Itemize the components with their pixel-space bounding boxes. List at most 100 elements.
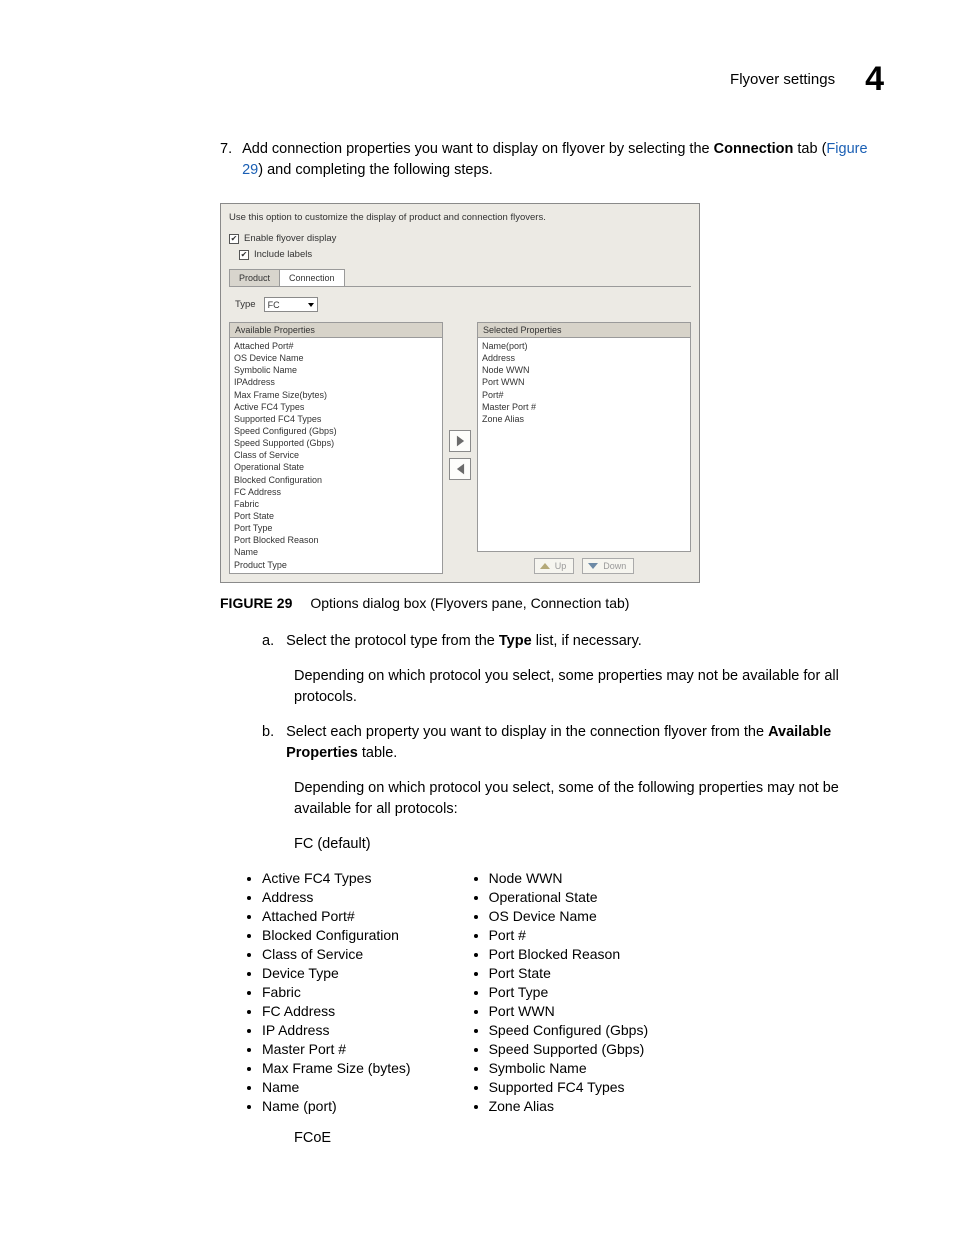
include-labels-checkbox-row[interactable]: ✔ Include labels: [239, 249, 691, 260]
list-item[interactable]: Speed Supported (Gbps): [234, 437, 438, 449]
list-item: IP Address: [262, 1021, 411, 1040]
step-7b-post: table.: [358, 745, 398, 761]
list-item[interactable]: Speed Configured (Gbps): [234, 425, 438, 437]
available-properties-list[interactable]: Attached Port#OS Device NameSymbolic Nam…: [229, 337, 443, 574]
step-7-bold-connection: Connection: [714, 141, 794, 157]
step-7b-letter: b.: [262, 722, 274, 764]
dialog-tabs: Product Connection: [229, 268, 691, 286]
step-7-text: Add connection properties you want to di…: [242, 139, 884, 181]
up-button[interactable]: Up: [534, 558, 575, 574]
list-item[interactable]: Port Blocked Reason: [234, 534, 438, 546]
enable-flyover-checkbox-row[interactable]: ✔ Enable flyover display: [229, 233, 691, 244]
figure-caption-text: Options dialog box (Flyovers pane, Conne…: [310, 595, 629, 611]
selected-properties-list[interactable]: Name(port)AddressNode WWNPort WWNPort#Ma…: [477, 337, 691, 552]
properties-bullet-right: Node WWNOperational StateOS Device NameP…: [467, 869, 649, 1116]
list-item: Speed Supported (Gbps): [489, 1040, 649, 1059]
list-item: Symbolic Name: [489, 1059, 649, 1078]
step-7a-post: list, if necessary.: [532, 633, 642, 649]
header-title: Flyover settings: [730, 71, 835, 88]
down-button-label: Down: [603, 561, 626, 571]
list-item[interactable]: Zone Alias: [482, 413, 686, 425]
available-properties-header: Available Properties: [229, 322, 443, 337]
step-7a-letter: a.: [262, 631, 274, 652]
step-7: 7. Add connection properties you want to…: [220, 139, 884, 181]
step-7a-para: Depending on which protocol you select, …: [294, 666, 884, 708]
type-row: Type FC: [235, 297, 691, 312]
list-item[interactable]: Name: [234, 546, 438, 558]
header-chapter: 4: [865, 60, 884, 99]
list-item[interactable]: Symbolic Name: [234, 364, 438, 376]
up-button-label: Up: [555, 561, 567, 571]
list-item: Name: [262, 1078, 411, 1097]
dialog-columns: Available Properties Attached Port#OS De…: [229, 322, 691, 574]
list-item: Max Frame Size (bytes): [262, 1059, 411, 1078]
step-7a-protocol: protocol: [355, 633, 407, 649]
list-item: Blocked Configuration: [262, 926, 411, 945]
list-item[interactable]: OS Device Name: [234, 352, 438, 364]
properties-bullet-columns: Active FC4 TypesAddressAttached Port#Blo…: [240, 869, 884, 1116]
list-item[interactable]: Product Type: [234, 559, 438, 571]
list-item: Port WWN: [489, 1002, 649, 1021]
tab-product[interactable]: Product: [229, 269, 279, 287]
list-item[interactable]: Active FC4 Types: [234, 401, 438, 413]
list-item: Device Type: [262, 964, 411, 983]
list-item[interactable]: Node WWN: [482, 364, 686, 376]
step-7-number: 7.: [220, 139, 232, 181]
list-item[interactable]: Port State: [234, 510, 438, 522]
fcoe-label: FCoE: [294, 1130, 884, 1146]
step-7b-pre: Select each property you want to display…: [286, 724, 768, 740]
list-item: Operational State: [489, 888, 649, 907]
list-item: Attached Port#: [262, 907, 411, 926]
up-down-row: Up Down: [477, 558, 691, 574]
include-labels-checkbox[interactable]: ✔: [239, 250, 249, 260]
list-item: Node WWN: [489, 869, 649, 888]
list-item: Port Type: [489, 983, 649, 1002]
list-item: Address: [262, 888, 411, 907]
include-labels-label: Include labels: [254, 249, 312, 260]
triangle-down-icon: [588, 563, 598, 569]
list-item[interactable]: Port WWN: [482, 376, 686, 388]
list-item[interactable]: Address: [482, 352, 686, 364]
list-item[interactable]: Name(port): [482, 340, 686, 352]
move-left-button[interactable]: [449, 458, 471, 480]
list-item[interactable]: Operational State: [234, 461, 438, 473]
list-item[interactable]: Max Frame Size(bytes): [234, 389, 438, 401]
step-7a: a. Select the protocol type from the Typ…: [262, 631, 884, 652]
list-item[interactable]: Fabric: [234, 498, 438, 510]
list-item: Name (port): [262, 1097, 411, 1116]
list-item[interactable]: Master Port #: [482, 401, 686, 413]
properties-bullet-left: Active FC4 TypesAddressAttached Port#Blo…: [240, 869, 411, 1116]
step-7a-mid2: type from the: [406, 633, 499, 649]
list-item[interactable]: FC Address: [234, 486, 438, 498]
enable-flyover-checkbox[interactable]: ✔: [229, 234, 239, 244]
step-7b-para: Depending on which protocol you select, …: [294, 778, 884, 820]
type-select[interactable]: FC: [264, 297, 318, 312]
chevron-down-icon: [308, 303, 314, 307]
list-item[interactable]: IPAddress: [234, 376, 438, 388]
step-7-text-post: ) and completing the following steps.: [258, 162, 493, 178]
type-label: Type: [235, 299, 256, 310]
triangle-up-icon: [540, 563, 550, 569]
list-item: Port #: [489, 926, 649, 945]
list-item: FC Address: [262, 1002, 411, 1021]
list-item: OS Device Name: [489, 907, 649, 926]
list-item[interactable]: Blocked Configuration: [234, 474, 438, 486]
step-7b-text: Select each property you want to display…: [286, 722, 884, 764]
step-7a-bold-type: Type: [499, 633, 532, 649]
list-item: Active FC4 Types: [262, 869, 411, 888]
list-item[interactable]: Port#: [482, 389, 686, 401]
move-right-button[interactable]: [449, 430, 471, 452]
down-button[interactable]: Down: [582, 558, 634, 574]
arrow-right-icon: [456, 435, 465, 447]
step-7a-pre: Select the: [286, 633, 355, 649]
fc-default-label: FC (default): [294, 834, 884, 855]
list-item[interactable]: Supported FC4 Types: [234, 413, 438, 425]
selected-properties-col: Selected Properties Name(port)AddressNod…: [477, 322, 691, 574]
list-item[interactable]: Class of Service: [234, 449, 438, 461]
list-item[interactable]: Attached Port#: [234, 340, 438, 352]
tab-connection[interactable]: Connection: [279, 269, 345, 287]
figure-number: FIGURE 29: [220, 595, 292, 611]
list-item[interactable]: Port Type: [234, 522, 438, 534]
step-7-text-mid: tab (: [793, 141, 826, 157]
selected-properties-header: Selected Properties: [477, 322, 691, 337]
